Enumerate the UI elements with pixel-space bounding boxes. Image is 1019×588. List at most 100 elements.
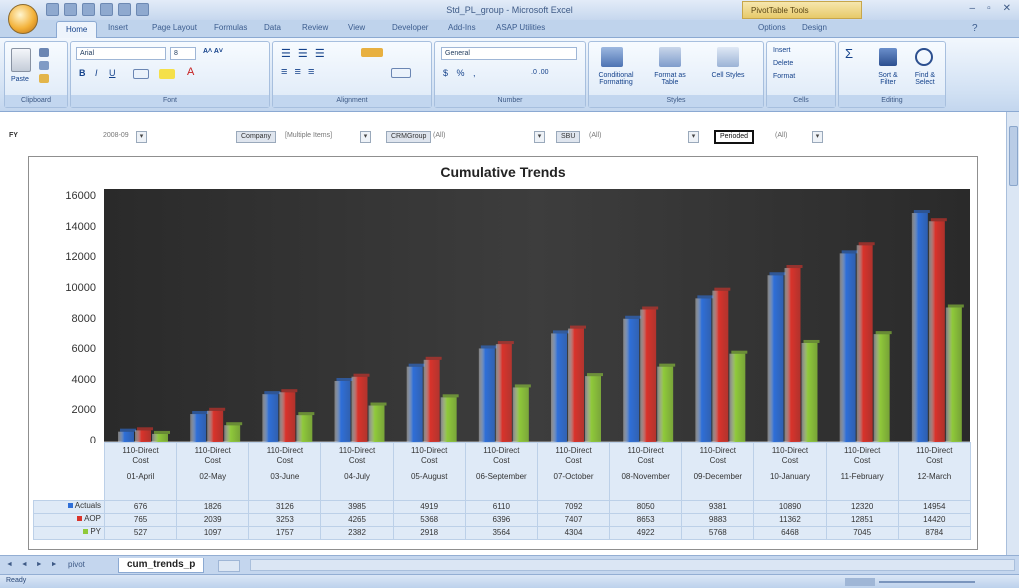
bar-py-8[interactable] <box>729 353 746 442</box>
maximize-button[interactable]: ▫ <box>987 3 991 14</box>
bar-actuals-10[interactable] <box>839 253 856 442</box>
vertical-scrollbar[interactable] <box>1006 112 1019 555</box>
bar-py-11[interactable] <box>945 307 962 442</box>
bar-aop-0[interactable] <box>135 430 151 442</box>
insert-cells-button[interactable]: Insert <box>773 47 791 54</box>
tab-developer[interactable]: Developer <box>392 23 428 32</box>
delete-cells-button[interactable]: Delete <box>773 60 793 67</box>
cell-styles-button[interactable]: Cell Styles <box>705 72 751 79</box>
bar-py-7[interactable] <box>657 366 674 442</box>
tab-formulas[interactable]: Formulas <box>214 23 247 32</box>
bar-aop-11[interactable] <box>928 221 945 442</box>
format-table-icon[interactable] <box>659 47 681 67</box>
sort-filter-icon[interactable] <box>879 48 897 66</box>
bar-aop-1[interactable] <box>207 410 224 442</box>
grow-font-icon[interactable]: A˄ A˅ <box>203 48 223 55</box>
help-icon[interactable]: ? <box>972 23 978 34</box>
copy-icon[interactable] <box>39 61 49 70</box>
bar-aop-10[interactable] <box>856 245 873 442</box>
bar-aop-6[interactable] <box>568 328 584 442</box>
bar-aop-9[interactable] <box>784 268 801 442</box>
bar-py-3[interactable] <box>368 405 385 442</box>
bar-py-0[interactable] <box>152 433 168 442</box>
tab-insert[interactable]: Insert <box>108 23 128 32</box>
bar-actuals-2[interactable] <box>262 394 279 442</box>
insert-sheet-icon[interactable] <box>218 560 240 572</box>
bar-aop-2[interactable] <box>279 392 296 442</box>
tab-home[interactable]: Home <box>56 21 98 38</box>
sbu-filter-dropdown[interactable]: ▾ <box>688 131 699 143</box>
bar-actuals-3[interactable] <box>334 380 351 442</box>
bar-actuals-6[interactable] <box>551 333 567 442</box>
bar-aop-5[interactable] <box>495 344 512 442</box>
bar-aop-3[interactable] <box>351 376 368 442</box>
sheet-tab-cum-trends[interactable]: cum_trends_p <box>118 558 205 573</box>
decimal-icons[interactable]: .0 .00 <box>531 69 549 76</box>
sbu-filter-button[interactable]: SBU <box>556 131 581 143</box>
sheet-tab-pivot[interactable]: pivot <box>62 558 91 573</box>
paste-icon[interactable] <box>11 48 31 72</box>
align-top-icons[interactable]: ☰ ☰ ☰ <box>281 47 327 60</box>
bar-py-2[interactable] <box>296 415 313 442</box>
wrap-text-icon[interactable] <box>361 48 383 57</box>
tab-data[interactable]: Data <box>264 23 281 32</box>
bar-py-5[interactable] <box>512 387 529 442</box>
office-button[interactable] <box>8 4 38 34</box>
bar-py-1[interactable] <box>224 425 241 442</box>
bar-py-10[interactable] <box>873 334 890 442</box>
sort-filter-button[interactable]: Sort & Filter <box>871 72 905 86</box>
bar-actuals-11[interactable] <box>911 213 928 442</box>
cumulative-trends-chart[interactable]: Cumulative Trends 0 2000 4000 6000 8000 10000… <box>28 156 978 550</box>
align-left-icons[interactable]: ≡ ≡ ≡ <box>281 66 316 78</box>
bar-aop-8[interactable] <box>712 290 729 442</box>
period-filter-dropdown[interactable]: ▾ <box>812 131 823 143</box>
bar-actuals-5[interactable] <box>478 348 495 442</box>
tab-view[interactable]: View <box>348 23 365 32</box>
number-format-select[interactable]: General <box>441 47 577 60</box>
autosum-icon[interactable]: Σ <box>845 46 853 61</box>
bar-aop-7[interactable] <box>640 309 657 442</box>
font-size-select[interactable]: 8 <box>170 47 196 60</box>
borders-icon[interactable] <box>133 69 149 79</box>
merge-center-icon[interactable] <box>391 68 411 78</box>
font-color-icon[interactable]: A <box>187 66 194 78</box>
scroll-thumb[interactable] <box>1009 126 1018 186</box>
zoom-slider[interactable] <box>845 578 975 586</box>
tab-options[interactable]: Options <box>758 23 786 32</box>
currency-percent-icons[interactable]: $ % , <box>443 68 479 78</box>
find-select-icon[interactable] <box>915 48 933 66</box>
format-as-table-button[interactable]: Format as Table <box>645 72 695 86</box>
paste-button[interactable]: Paste <box>11 76 29 83</box>
bar-aop-4[interactable] <box>423 359 440 442</box>
bar-actuals-4[interactable] <box>406 366 423 442</box>
period-filter-button[interactable]: Perioded <box>714 130 755 144</box>
crm-group-filter-button[interactable]: CRMGroup <box>386 131 432 143</box>
format-cells-button[interactable]: Format <box>773 73 795 80</box>
bar-py-4[interactable] <box>440 397 457 442</box>
cut-icon[interactable] <box>39 48 49 57</box>
sheet-nav-buttons[interactable]: ◄ ◄ ► ► <box>6 561 61 568</box>
close-button[interactable]: ✕ <box>1003 3 1011 14</box>
company-filter-button[interactable]: Company <box>236 131 276 143</box>
tab-page-layout[interactable]: Page Layout <box>152 23 197 32</box>
pivottable-tools-tab[interactable]: PivotTable Tools <box>742 1 862 19</box>
bar-py-9[interactable] <box>801 342 818 442</box>
bar-actuals-0[interactable] <box>118 431 134 442</box>
tab-design[interactable]: Design <box>802 23 827 32</box>
underline-icon[interactable]: U <box>109 68 116 78</box>
bar-py-6[interactable] <box>585 376 601 442</box>
bold-icon[interactable]: B <box>79 68 86 78</box>
bar-actuals-8[interactable] <box>695 298 712 442</box>
tab-add-ins[interactable]: Add-Ins <box>448 23 476 32</box>
format-painter-icon[interactable] <box>39 74 49 83</box>
fy-filter-dropdown[interactable]: ▾ <box>136 131 147 143</box>
conditional-formatting-icon[interactable] <box>601 47 623 67</box>
tab-review[interactable]: Review <box>302 23 328 32</box>
horizontal-scrollbar[interactable] <box>250 559 1015 571</box>
italic-icon[interactable]: I <box>95 68 98 78</box>
company-filter-dropdown[interactable]: ▾ <box>360 131 371 143</box>
find-select-button[interactable]: Find & Select <box>907 72 943 86</box>
cell-styles-icon[interactable] <box>717 47 739 67</box>
tab-asap-utilities[interactable]: ASAP Utilities <box>496 23 545 32</box>
fill-color-icon[interactable] <box>159 69 175 79</box>
